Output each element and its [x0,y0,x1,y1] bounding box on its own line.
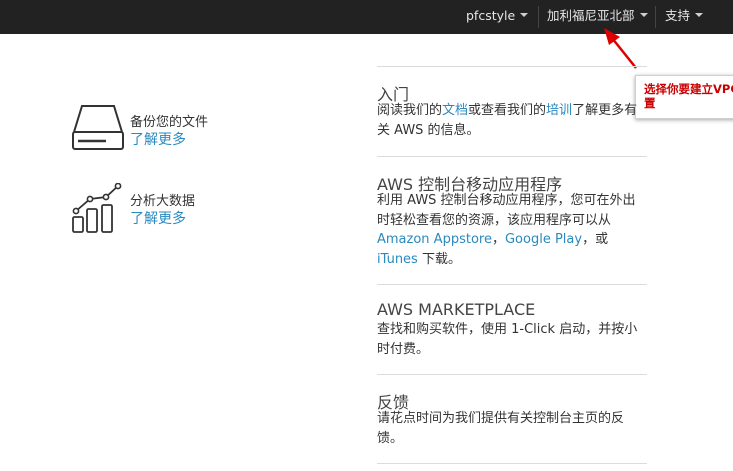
section-marketplace-body: 查找和购买软件，使用 1-Click 启动，并按小时付费。 [377,322,638,357]
google-play-link[interactable]: Google Play [505,232,582,247]
hard-drive-icon [72,105,124,150]
callout-text: 选择你要建立VPC的位置 [644,82,733,110]
section-divider [377,66,647,67]
itunes-link[interactable]: iTunes [377,252,418,267]
annotation-callout: 选择你要建立VPC的位置 [635,75,733,119]
section-mobile-body: 利用 AWS 控制台移动应用程序，您可在外出时轻松查看您的资源，该应用程序可以从… [377,191,647,269]
section-divider [377,463,647,464]
feature-bigdata-learn-more-link[interactable]: 了解更多 [130,208,186,228]
feature-backup-title: 备份您的文件 [130,115,209,130]
feature-backup-learn-more-link[interactable]: 了解更多 [130,129,186,149]
mobile-text: ， [491,232,505,247]
section-divider [377,156,647,157]
docs-link[interactable]: 文档 [442,103,468,118]
training-link[interactable]: 培训 [546,103,572,118]
bar-chart-icon [72,183,122,233]
section-intro-body: 阅读我们的文档或查看我们的培训了解更多有关 AWS 的信息。 [377,101,647,140]
mobile-text: ，或 [582,232,609,247]
section-divider [377,284,647,285]
intro-text: 或查看我们的 [468,103,547,118]
amazon-appstore-link[interactable]: Amazon Appstore [377,232,492,247]
mobile-text: 下载。 [417,251,461,267]
intro-text: 阅读我们的 [377,103,443,118]
section-marketplace-title: AWS MARKETPLACE [377,300,536,319]
section-feedback-body[interactable]: 请花点时间为我们提供有关控制台主页的反馈。 [377,409,647,448]
feature-bigdata-title: 分析大数据 [130,194,196,209]
mobile-text: 利用 AWS 控制台移动应用程序，您可在外出时轻松查看您的资源，该应用程序可以从 [377,193,636,228]
section-divider [377,374,647,375]
